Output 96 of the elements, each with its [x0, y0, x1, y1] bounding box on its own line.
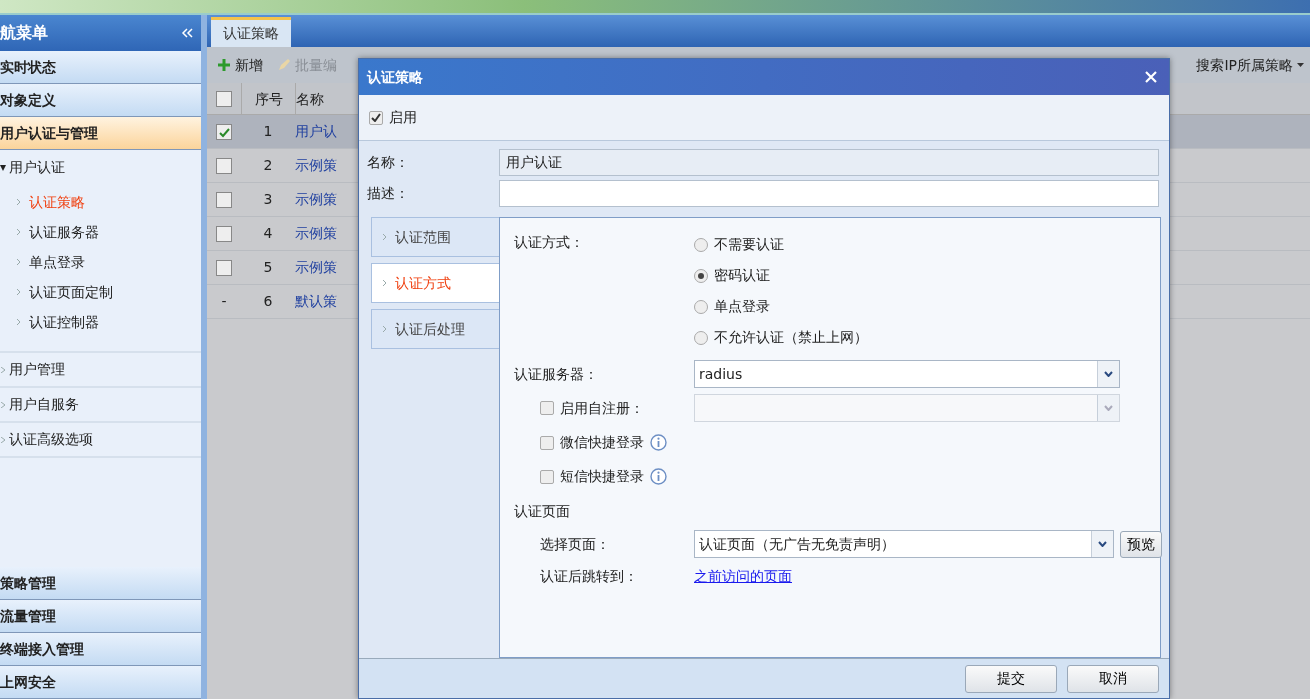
chevron-right-icon [16, 258, 21, 266]
plus-icon [217, 58, 231, 72]
table-cell-text: 1 [262, 122, 274, 141]
chevron-right-icon [16, 318, 21, 326]
table-cell-text: 示例策 [295, 258, 338, 277]
close-button[interactable] [1145, 71, 1157, 83]
menu-section[interactable]: 用户认证与管理 [0, 117, 201, 150]
field-label: 认证后跳转到： [539, 567, 639, 586]
chevron-right-icon [16, 288, 21, 296]
chevron-right-icon [382, 279, 387, 287]
table-cell-text: 4 [262, 224, 274, 243]
menu-section[interactable]: 终端接入管理 [0, 633, 201, 666]
close-icon [1145, 71, 1157, 83]
table-cell-text: 6 [262, 292, 274, 311]
field-label: 认证方式： [514, 233, 585, 252]
description-field[interactable] [499, 180, 1159, 207]
option-label[interactable]: 密码认证 [714, 265, 770, 286]
caret-down-icon [1297, 63, 1304, 67]
row-checkbox[interactable] [216, 191, 232, 208]
radio-button[interactable] [694, 268, 708, 283]
tree-leaf[interactable]: 认证控制器 [29, 311, 99, 333]
chevron-down-icon [1098, 541, 1107, 547]
field-label: 描述： [367, 184, 410, 203]
checkbox[interactable] [540, 469, 554, 484]
field-label: 选择页面： [539, 534, 611, 554]
info-icon [650, 434, 667, 451]
name-field[interactable]: 用户认证 [499, 149, 1159, 176]
chevron-right-icon [382, 325, 387, 333]
chevron-down-icon [1104, 371, 1113, 377]
field-label: 名称： [367, 153, 410, 172]
select-all-checkbox[interactable] [216, 90, 232, 107]
row-checkbox[interactable] [216, 157, 232, 174]
dialog-button[interactable]: 取消 [1067, 664, 1159, 693]
field-label: 短信快捷登录 [560, 467, 644, 486]
row-marker: - [221, 292, 227, 311]
server-dropdown[interactable]: radius [694, 360, 1120, 388]
row-checkbox[interactable] [216, 123, 232, 140]
pencil-icon [277, 58, 291, 72]
self-register-checkbox[interactable] [540, 401, 554, 415]
enable-checkbox[interactable] [369, 110, 383, 125]
table-cell-text: 示例策 [295, 156, 338, 175]
option-label[interactable]: 不需要认证 [714, 234, 784, 255]
field-label: 认证服务器： [514, 364, 599, 384]
search-dropdown[interactable]: 搜索IP所属策略 [1196, 54, 1304, 76]
toolbar-button[interactable]: 新增 [217, 54, 263, 76]
tab[interactable]: 认证策略 [211, 17, 291, 47]
menu-section[interactable]: 上网安全 [0, 666, 201, 699]
menu-section[interactable]: 策略管理 [0, 567, 201, 600]
tree-item[interactable]: 用户自服务 [9, 394, 79, 415]
double-chevron-left-icon [181, 28, 193, 38]
table-cell-text: 示例策 [295, 190, 338, 209]
menu-section[interactable]: 对象定义 [0, 84, 201, 117]
chevron-down-icon [1104, 405, 1113, 411]
tree-leaf[interactable]: 认证页面定制 [29, 281, 113, 303]
sidebar-title: 航菜单 [0, 22, 48, 44]
menu-section[interactable]: 流量管理 [0, 600, 201, 633]
field-label: 微信快捷登录 [560, 433, 644, 452]
side-tab[interactable]: 认证范围 [371, 217, 499, 257]
dialog-button[interactable]: 提交 [965, 664, 1057, 693]
table-cell-text: 3 [262, 190, 274, 209]
table-cell-text: 用户认 [295, 122, 338, 141]
column-header: 序号 [241, 83, 295, 114]
checkmark-icon [371, 113, 381, 122]
tree-item[interactable]: 用户管理 [9, 359, 65, 380]
chevron-right-icon [16, 198, 21, 206]
field-label: 启用 [389, 108, 417, 127]
field-label: 启用自注册： [560, 398, 644, 418]
option-label[interactable]: 不允许认证（禁止上网） [714, 327, 868, 348]
redirect-link[interactable]: 之前访问的页面 [694, 566, 792, 587]
row-checkbox[interactable] [216, 259, 232, 276]
side-tab[interactable]: 认证方式 [371, 263, 499, 303]
page-dropdown[interactable]: 认证页面（无广告无免责声明） [694, 530, 1114, 558]
radio-button[interactable] [694, 237, 708, 252]
table-cell-text: 示例策 [295, 224, 338, 243]
side-tab[interactable]: 认证后处理 [371, 309, 499, 349]
dialog-title: 认证策略 [367, 67, 423, 87]
section-title: 认证页面 [514, 502, 571, 521]
radio-button[interactable] [694, 299, 708, 314]
table-cell-text: 2 [262, 156, 274, 175]
table-cell-text: 5 [262, 258, 274, 277]
tree-leaf[interactable]: 认证服务器 [29, 221, 99, 243]
chevron-right-icon [16, 228, 21, 236]
tree-item[interactable]: 用户认证 [9, 157, 65, 178]
option-label[interactable]: 单点登录 [714, 296, 770, 317]
info-icon [650, 468, 667, 485]
menu-section[interactable]: 实时状态 [0, 51, 201, 84]
radio-button[interactable] [694, 330, 708, 345]
chevron-right-icon [382, 233, 387, 241]
table-cell-text: 默认策 [295, 292, 338, 311]
row-checkbox[interactable] [216, 225, 232, 242]
collapse-button[interactable] [181, 28, 193, 38]
preview-button[interactable]: 预览 [1120, 530, 1162, 558]
tree-item[interactable]: 认证高级选项 [9, 429, 93, 450]
tree-leaf[interactable]: 单点登录 [29, 251, 85, 273]
checkbox[interactable] [540, 435, 554, 450]
column-header: 名称 [295, 83, 355, 114]
